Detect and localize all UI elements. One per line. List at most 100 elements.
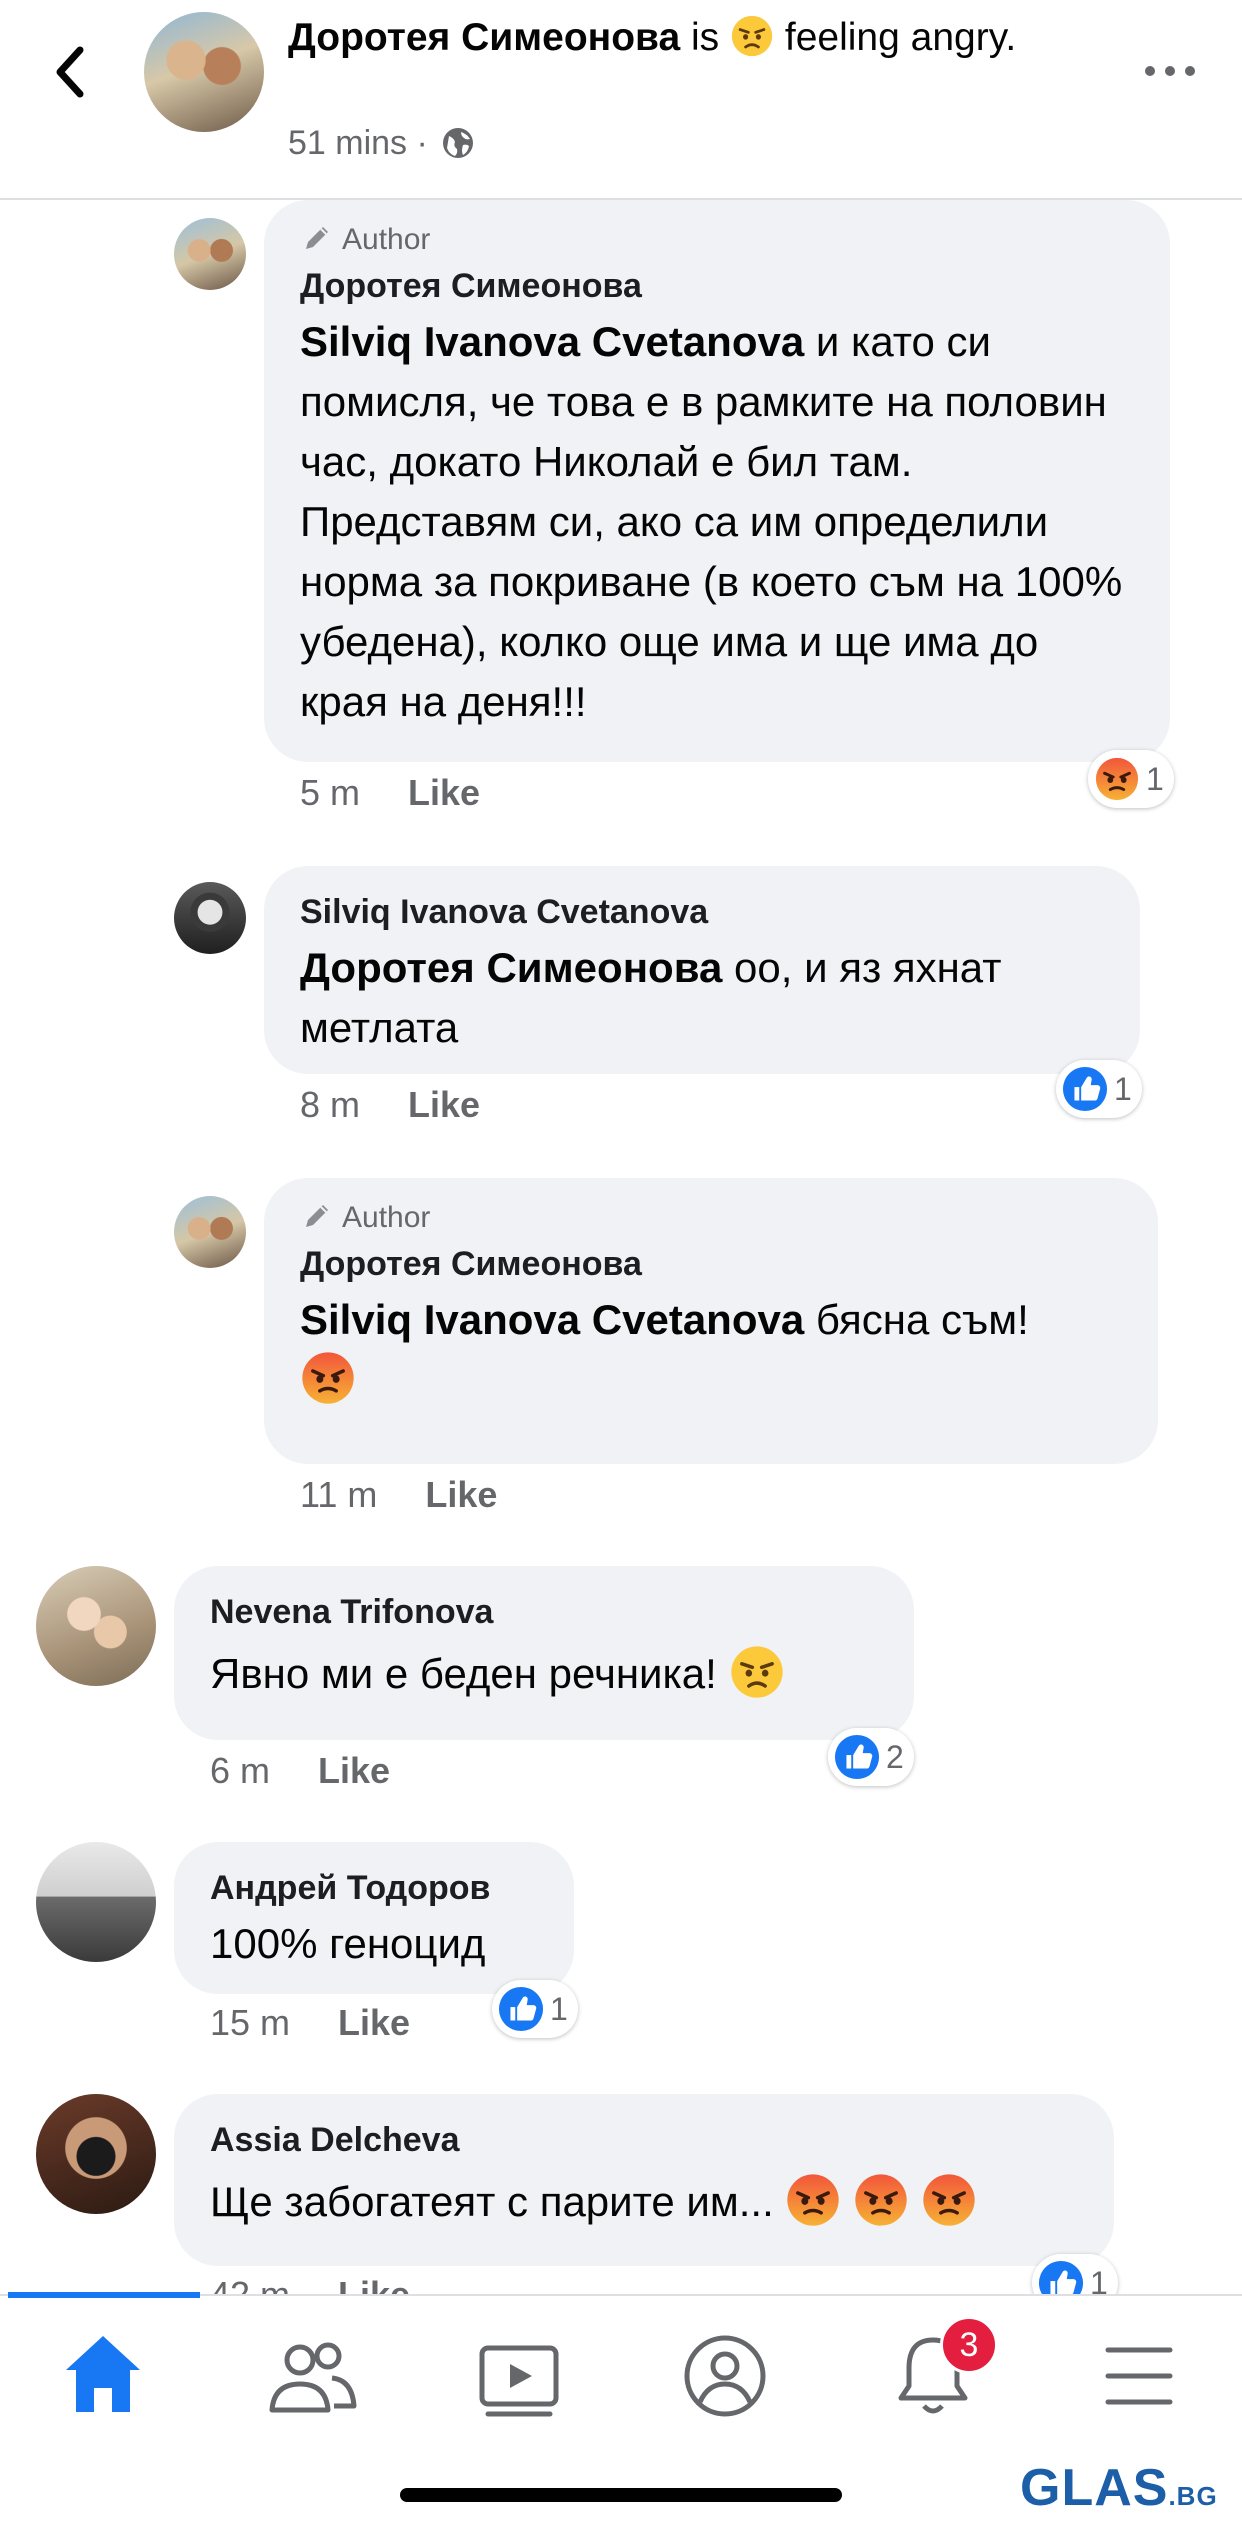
angry-face-icon [921, 2172, 977, 2228]
comment-text: Явно ми е беден речника! [210, 1644, 880, 1704]
active-tab-indicator [8, 2292, 200, 2298]
commenter-avatar[interactable] [36, 1842, 156, 1962]
meta-separator: · [416, 124, 428, 162]
tab-profile[interactable] [660, 2326, 790, 2426]
notifications-badge: 3 [940, 2316, 998, 2374]
like-button[interactable]: Like [408, 772, 480, 813]
like-button[interactable]: Like [318, 1750, 390, 1791]
like-reaction-icon [834, 1734, 880, 1780]
commenter-name[interactable]: Silviq Ivanova Cvetanova [300, 886, 1106, 938]
commenter-avatar[interactable] [174, 218, 246, 290]
angry-face-icon [853, 2172, 909, 2228]
angry-face-icon [785, 2172, 841, 2228]
video-icon [479, 2345, 559, 2417]
back-button[interactable] [50, 42, 90, 102]
watermark-logo: GLAS.BG [1020, 2458, 1218, 2518]
angry-face-icon [300, 1350, 356, 1406]
comment-bubble: Silviq Ivanova Cvetanova Доротея Симеоно… [264, 866, 1140, 1074]
comment-body: 100% геноцид [210, 1920, 486, 1967]
tab-watch[interactable] [454, 2326, 584, 2426]
author-badge: Author [300, 220, 1136, 260]
comment-time[interactable]: 15 m [210, 2002, 290, 2043]
reaction-count: 1 [550, 1990, 568, 2027]
author-badge-label: Author [342, 223, 431, 256]
like-reaction-icon [498, 1986, 544, 2032]
comment-body: Ще забогатеят с парите им... [210, 2178, 774, 2225]
commenter-name[interactable]: Nevena Trifonova [210, 1586, 880, 1638]
commenter-avatar[interactable] [174, 882, 246, 954]
like-reaction-icon [1062, 1066, 1108, 1112]
author-badge-label: Author [342, 1201, 431, 1234]
post-time[interactable]: 51 mins [288, 124, 407, 162]
comment-text: Ще забогатеят с парите им... [210, 2172, 1080, 2232]
watermark-main: GLAS [1020, 2459, 1169, 2517]
profile-icon [684, 2335, 766, 2417]
like-button[interactable]: Like [425, 1474, 497, 1515]
annoyed-face-icon [729, 1644, 785, 1700]
commenter-avatar[interactable] [36, 1566, 156, 1686]
like-button[interactable]: Like [338, 2002, 410, 2043]
comment-meta: 6 m Like [210, 1746, 390, 1796]
comment-meta: 15 m Like [210, 1998, 410, 2048]
home-icon [66, 2336, 140, 2412]
reaction-count-badge[interactable]: 1 [1056, 1060, 1142, 1118]
mention-link[interactable]: Доротея Симеонова [300, 944, 722, 991]
reaction-count: 2 [886, 1738, 904, 1775]
more-horizontal-icon [1145, 66, 1195, 76]
commenter-avatar[interactable] [36, 2094, 156, 2214]
commenter-name[interactable]: Андрей Тодоров [210, 1862, 540, 1914]
comment-text: Silviq Ivanova Cvetanova и като си помис… [300, 312, 1136, 732]
post-header: Доротея Симеонова is feeling angry. 51 m… [0, 0, 1242, 200]
comment-text: 100% геноцид [210, 1914, 540, 1974]
feeling-text: feeling [784, 16, 900, 59]
feeling-value: angry. [910, 16, 1017, 59]
tab-menu[interactable] [1074, 2326, 1204, 2426]
friends-icon [269, 2342, 357, 2413]
angry-face-icon [730, 14, 774, 58]
is-text: is [691, 16, 720, 59]
mention-link[interactable]: Silviq Ivanova Cvetanova [300, 1296, 804, 1343]
author-avatar[interactable] [144, 12, 264, 132]
comment-bubble: Nevena Trifonova Явно ми е беден речника… [174, 1566, 914, 1740]
hamburger-menu-icon [1105, 2347, 1173, 2405]
post-meta: 51 mins · [288, 118, 475, 168]
comment-time[interactable]: 6 m [210, 1750, 270, 1791]
like-button[interactable]: Like [408, 1084, 480, 1125]
post-title: Доротея Симеонова is feeling angry. [288, 12, 1068, 64]
comment-body: бясна съм! [804, 1296, 1029, 1343]
mention-link[interactable]: Silviq Ivanova Cvetanova [300, 318, 804, 365]
reaction-count-badge[interactable]: 2 [828, 1728, 914, 1786]
comment-bubble: Андрей Тодоров 100% геноцид [174, 1842, 574, 1994]
comment-meta: 5 m Like [300, 768, 480, 818]
globe-icon [443, 128, 474, 158]
comment-meta: 8 m Like [300, 1080, 480, 1130]
comment-time[interactable]: 5 m [300, 772, 360, 813]
comment-body: Явно ми е беден речника! [210, 1650, 717, 1697]
angry-reaction-icon [1094, 756, 1140, 802]
home-indicator [400, 2488, 842, 2502]
tab-home[interactable] [38, 2326, 168, 2426]
pencil-icon [300, 221, 334, 255]
author-badge: Author [300, 1198, 1124, 1238]
author-name[interactable]: Доротея Симеонова [288, 16, 680, 59]
comment-text: Доротея Симеонова оо, и яз яхнат метлата [300, 938, 1106, 1058]
comment-time[interactable]: 11 m [300, 1474, 377, 1515]
commenter-name[interactable]: Доротея Симеонова [300, 1238, 1124, 1290]
comment-bubble: Assia Delcheva Ще забогатеят с парите им… [174, 2094, 1114, 2266]
reaction-count: 1 [1114, 1070, 1132, 1107]
reaction-count: 1 [1146, 760, 1164, 797]
reaction-count-badge[interactable]: 1 [492, 1980, 578, 2038]
comment-time[interactable]: 8 m [300, 1084, 360, 1125]
tab-friends[interactable] [246, 2326, 376, 2426]
commenter-name[interactable]: Assia Delcheva [210, 2114, 1080, 2166]
commenter-name[interactable]: Доротея Симеонова [300, 260, 1136, 312]
comment-body: и като си помисля, че това е в рамките н… [300, 318, 1123, 725]
comment-meta: 11 m Like [300, 1470, 497, 1520]
pencil-icon [300, 1199, 334, 1233]
more-options-button[interactable] [1140, 56, 1200, 86]
comment-bubble: Author Доротея Симеонова Silviq Ivanova … [264, 1178, 1158, 1464]
watermark-suffix: .BG [1168, 2481, 1218, 2511]
commenter-avatar[interactable] [174, 1196, 246, 1268]
reaction-count-badge[interactable]: 1 [1088, 750, 1174, 808]
chevron-left-icon [56, 46, 84, 98]
